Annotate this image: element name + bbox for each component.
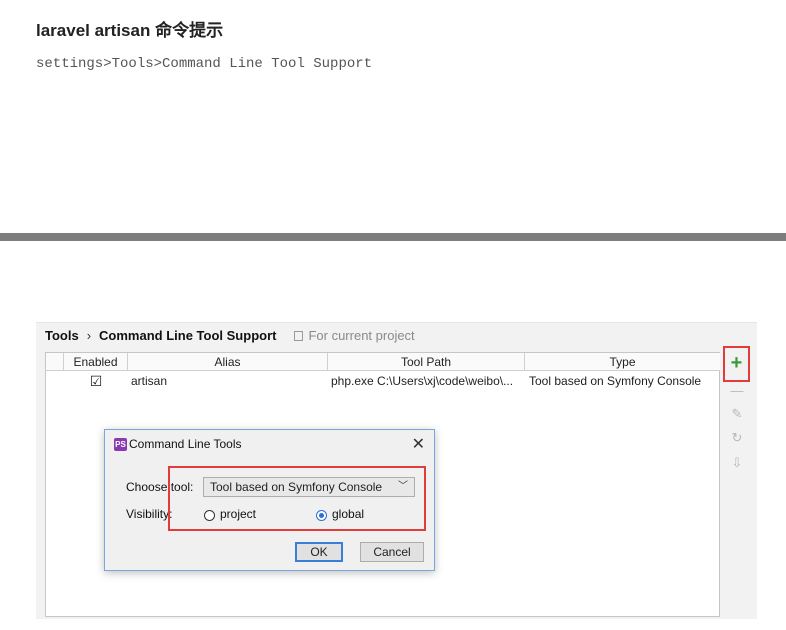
breadcrumb: Tools › Command Line Tool Support For curre… <box>45 328 415 343</box>
ok-button[interactable]: OK <box>295 542 343 562</box>
close-icon[interactable]: ✕ <box>412 434 425 454</box>
tool-selection-highlight <box>168 466 426 531</box>
project-scope-icon <box>294 331 304 341</box>
breadcrumb-separator: › <box>86 328 92 343</box>
enabled-checkbox[interactable]: ☑ <box>64 372 128 391</box>
scope-label: For current project <box>308 328 415 343</box>
remove-icon[interactable]: — <box>729 383 745 398</box>
dialog-title: Command Line Tools <box>129 437 242 451</box>
column-header-type[interactable]: Type <box>525 353 720 371</box>
settings-path-code: settings>Tools>Command Line Tool Support <box>36 56 373 72</box>
column-header-spacer <box>46 353 64 371</box>
column-header-alias[interactable]: Alias <box>128 353 328 371</box>
cancel-button[interactable]: Cancel <box>360 542 424 562</box>
reload-icon[interactable]: ↻ <box>729 430 745 446</box>
column-header-tool-path[interactable]: Tool Path <box>328 353 525 371</box>
scope-indicator: For current project <box>294 328 415 343</box>
breadcrumb-root[interactable]: Tools <box>45 328 79 343</box>
edit-icon[interactable]: ✎ <box>729 406 745 422</box>
breadcrumb-current: Command Line Tool Support <box>99 328 277 343</box>
app-icon: PS <box>114 438 127 451</box>
note-title: laravel artisan 命令提示 <box>36 21 224 40</box>
add-tool-button[interactable]: + <box>723 346 750 382</box>
row-type: Tool based on Symfony Console <box>529 374 702 388</box>
visibility-label: Visibility: <box>126 507 173 521</box>
row-tool-path: php.exe C:\Users\xj\code\weibo\... <box>331 374 514 388</box>
row-alias: artisan <box>131 374 168 388</box>
column-header-enabled[interactable]: Enabled <box>64 353 128 371</box>
section-divider <box>0 233 786 241</box>
export-icon[interactable]: ⇩ <box>729 455 745 471</box>
